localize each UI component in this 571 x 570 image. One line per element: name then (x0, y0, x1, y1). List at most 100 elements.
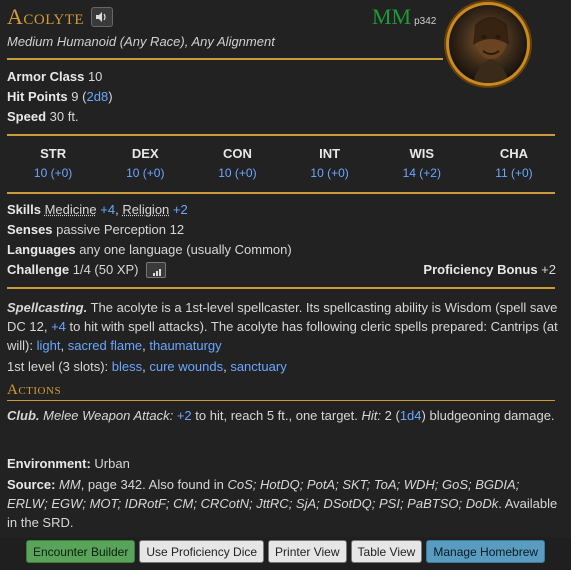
ability-name: CON (222, 146, 252, 161)
challenge-value: 1/4 (50 XP) (72, 262, 139, 277)
name-row: Acolyte (7, 4, 114, 30)
ability-name: WIS (409, 146, 435, 161)
spell-link[interactable]: light (37, 338, 61, 353)
source-label: Source: (7, 477, 56, 492)
club-name: Club. (7, 408, 40, 423)
club-text: to hit, reach 5 ft., one target. (195, 408, 358, 423)
club-attack-type: Melee Weapon Attack: (43, 408, 174, 423)
challenge-line: Challenge 1/4 (50 XP) (7, 261, 167, 279)
source-tag[interactable]: MM p342 (372, 4, 436, 30)
monster-token[interactable] (446, 2, 530, 86)
footer-toolbar: Encounter Builder Use Proficiency Dice P… (0, 540, 571, 566)
speed-value: 30 ft. (49, 109, 79, 124)
level1-label: 1st level (3 slots): (7, 359, 109, 374)
source-page: p342 (414, 16, 437, 27)
skill-medicine[interactable]: Medicine (45, 202, 97, 217)
actions-heading: Actions (7, 382, 62, 398)
club-attack-bonus[interactable]: +2 (177, 408, 192, 423)
ability-value[interactable]: 10 (+0) (191, 166, 283, 180)
divider (7, 192, 555, 194)
environment-line: Environment: Urban (7, 456, 130, 471)
ability-value[interactable]: 11 (+0) (468, 166, 560, 180)
spell-link[interactable]: cure wounds (149, 359, 223, 374)
skills-label: Skills (7, 202, 41, 217)
ability-value[interactable]: 10 (+0) (99, 166, 191, 180)
speed-label: Speed (7, 109, 47, 124)
hit-points-line: Hit Points 9 (2d8) (7, 89, 113, 104)
statblock-panel: Acolyte MM p342 Medium Humanoid (Any Rac… (0, 0, 571, 537)
club-hit-label: Hit: (361, 408, 382, 423)
printer-view-button[interactable]: Printer View (268, 540, 347, 563)
manage-homebrew-button[interactable]: Manage Homebrew (426, 540, 546, 563)
source-text: , page 342. Also found in (80, 477, 224, 492)
source-book[interactable]: MM (59, 477, 81, 492)
skill-religion-bonus[interactable]: +2 (173, 202, 188, 217)
ability-name: CHA (499, 146, 529, 161)
ability-con: CON 10 (+0) (191, 146, 283, 180)
ability-name: INT (319, 146, 341, 161)
proficiency-label: Proficiency Bonus (423, 262, 538, 277)
divider (7, 58, 443, 60)
proficiency-dice-button[interactable]: Use Proficiency Dice (139, 540, 265, 563)
spellcasting-name: Spellcasting. (7, 300, 88, 315)
proficiency-bonus: Proficiency Bonus +2 (423, 262, 556, 277)
club-damage: 2 (384, 408, 392, 423)
hit-points-close: ) (108, 89, 113, 104)
source-line: Source: MM, page 342. Also found in CoS;… (7, 475, 560, 532)
divider (7, 400, 555, 401)
ability-value[interactable]: 14 (+2) (376, 166, 468, 180)
speaker-icon (96, 12, 106, 22)
ability-value[interactable]: 10 (+0) (7, 166, 99, 180)
ability-cha: CHA 11 (+0) (468, 146, 560, 180)
senses-value: passive Perception 12 (56, 222, 185, 237)
bar-chart-icon (153, 268, 162, 276)
environment-value: Urban (94, 456, 130, 471)
spell-link[interactable]: bless (112, 359, 142, 374)
speed-line: Speed 30 ft. (7, 109, 79, 124)
armor-class-value: 10 (87, 69, 103, 84)
ability-name: DEX (131, 146, 159, 161)
table-view-button[interactable]: Table View (350, 540, 423, 563)
senses-label: Senses (7, 222, 53, 237)
ability-wis: WIS 14 (+2) (376, 146, 468, 180)
monster-name: Acolyte (7, 4, 85, 29)
monster-subtitle: Medium Humanoid (Any Race), Any Alignmen… (7, 34, 275, 49)
divider (7, 287, 555, 289)
divider (7, 134, 555, 136)
spell-link[interactable]: sacred flame (68, 338, 142, 353)
ability-int: INT 10 (+0) (284, 146, 376, 180)
source-list[interactable]: EGW; MOT; IDRotF; CM; CRCotN; JttRC; SjA… (51, 496, 498, 511)
ability-dex: DEX 10 (+0) (99, 146, 191, 180)
spell-link[interactable]: sanctuary (230, 359, 286, 374)
languages-label: Languages (7, 242, 76, 257)
spell-attack-bonus[interactable]: +4 (51, 319, 66, 334)
spell-link[interactable]: thaumaturgy (149, 338, 221, 353)
languages-line: Languages any one language (usually Comm… (7, 242, 292, 257)
hit-points-label: Hit Points (7, 89, 68, 104)
skill-medicine-bonus[interactable]: +4 (100, 202, 115, 217)
hit-dice-roller[interactable]: 2d8 (87, 89, 109, 104)
languages-value: any one language (usually Common) (79, 242, 292, 257)
acolyte-portrait-icon (472, 17, 510, 83)
cr-scaler-button[interactable] (146, 261, 167, 278)
club-text: bludgeoning damage. (429, 408, 555, 423)
club-action: Club. Melee Weapon Attack: +2 to hit, re… (7, 408, 555, 423)
armor-class-line: Armor Class 10 (7, 69, 102, 84)
proficiency-value: +2 (541, 262, 556, 277)
source-abbr[interactable]: MM (372, 4, 411, 30)
hit-points-value: 9 (71, 89, 79, 104)
spellcasting-text: to hit with spell attacks). The acolyte … (69, 319, 487, 334)
challenge-label: Challenge (7, 262, 70, 277)
level1-spells-line: 1st level (3 slots): bless, cure wounds,… (7, 359, 287, 374)
spellcasting-trait: Spellcasting. The acolyte is a 1st-level… (7, 300, 558, 353)
senses-line: Senses passive Perception 12 (7, 222, 184, 237)
ability-scores: STR 10 (+0) DEX 10 (+0) CON 10 (+0) INT … (7, 146, 560, 180)
skill-religion[interactable]: Religion (122, 202, 169, 217)
speaker-button[interactable] (91, 7, 114, 27)
environment-label: Environment: (7, 456, 91, 471)
ability-name: STR (40, 146, 67, 161)
ability-str: STR 10 (+0) (7, 146, 99, 180)
club-damage-dice[interactable]: 1d4 (400, 408, 422, 423)
ability-value[interactable]: 10 (+0) (284, 166, 376, 180)
encounter-builder-button[interactable]: Encounter Builder (25, 540, 136, 563)
